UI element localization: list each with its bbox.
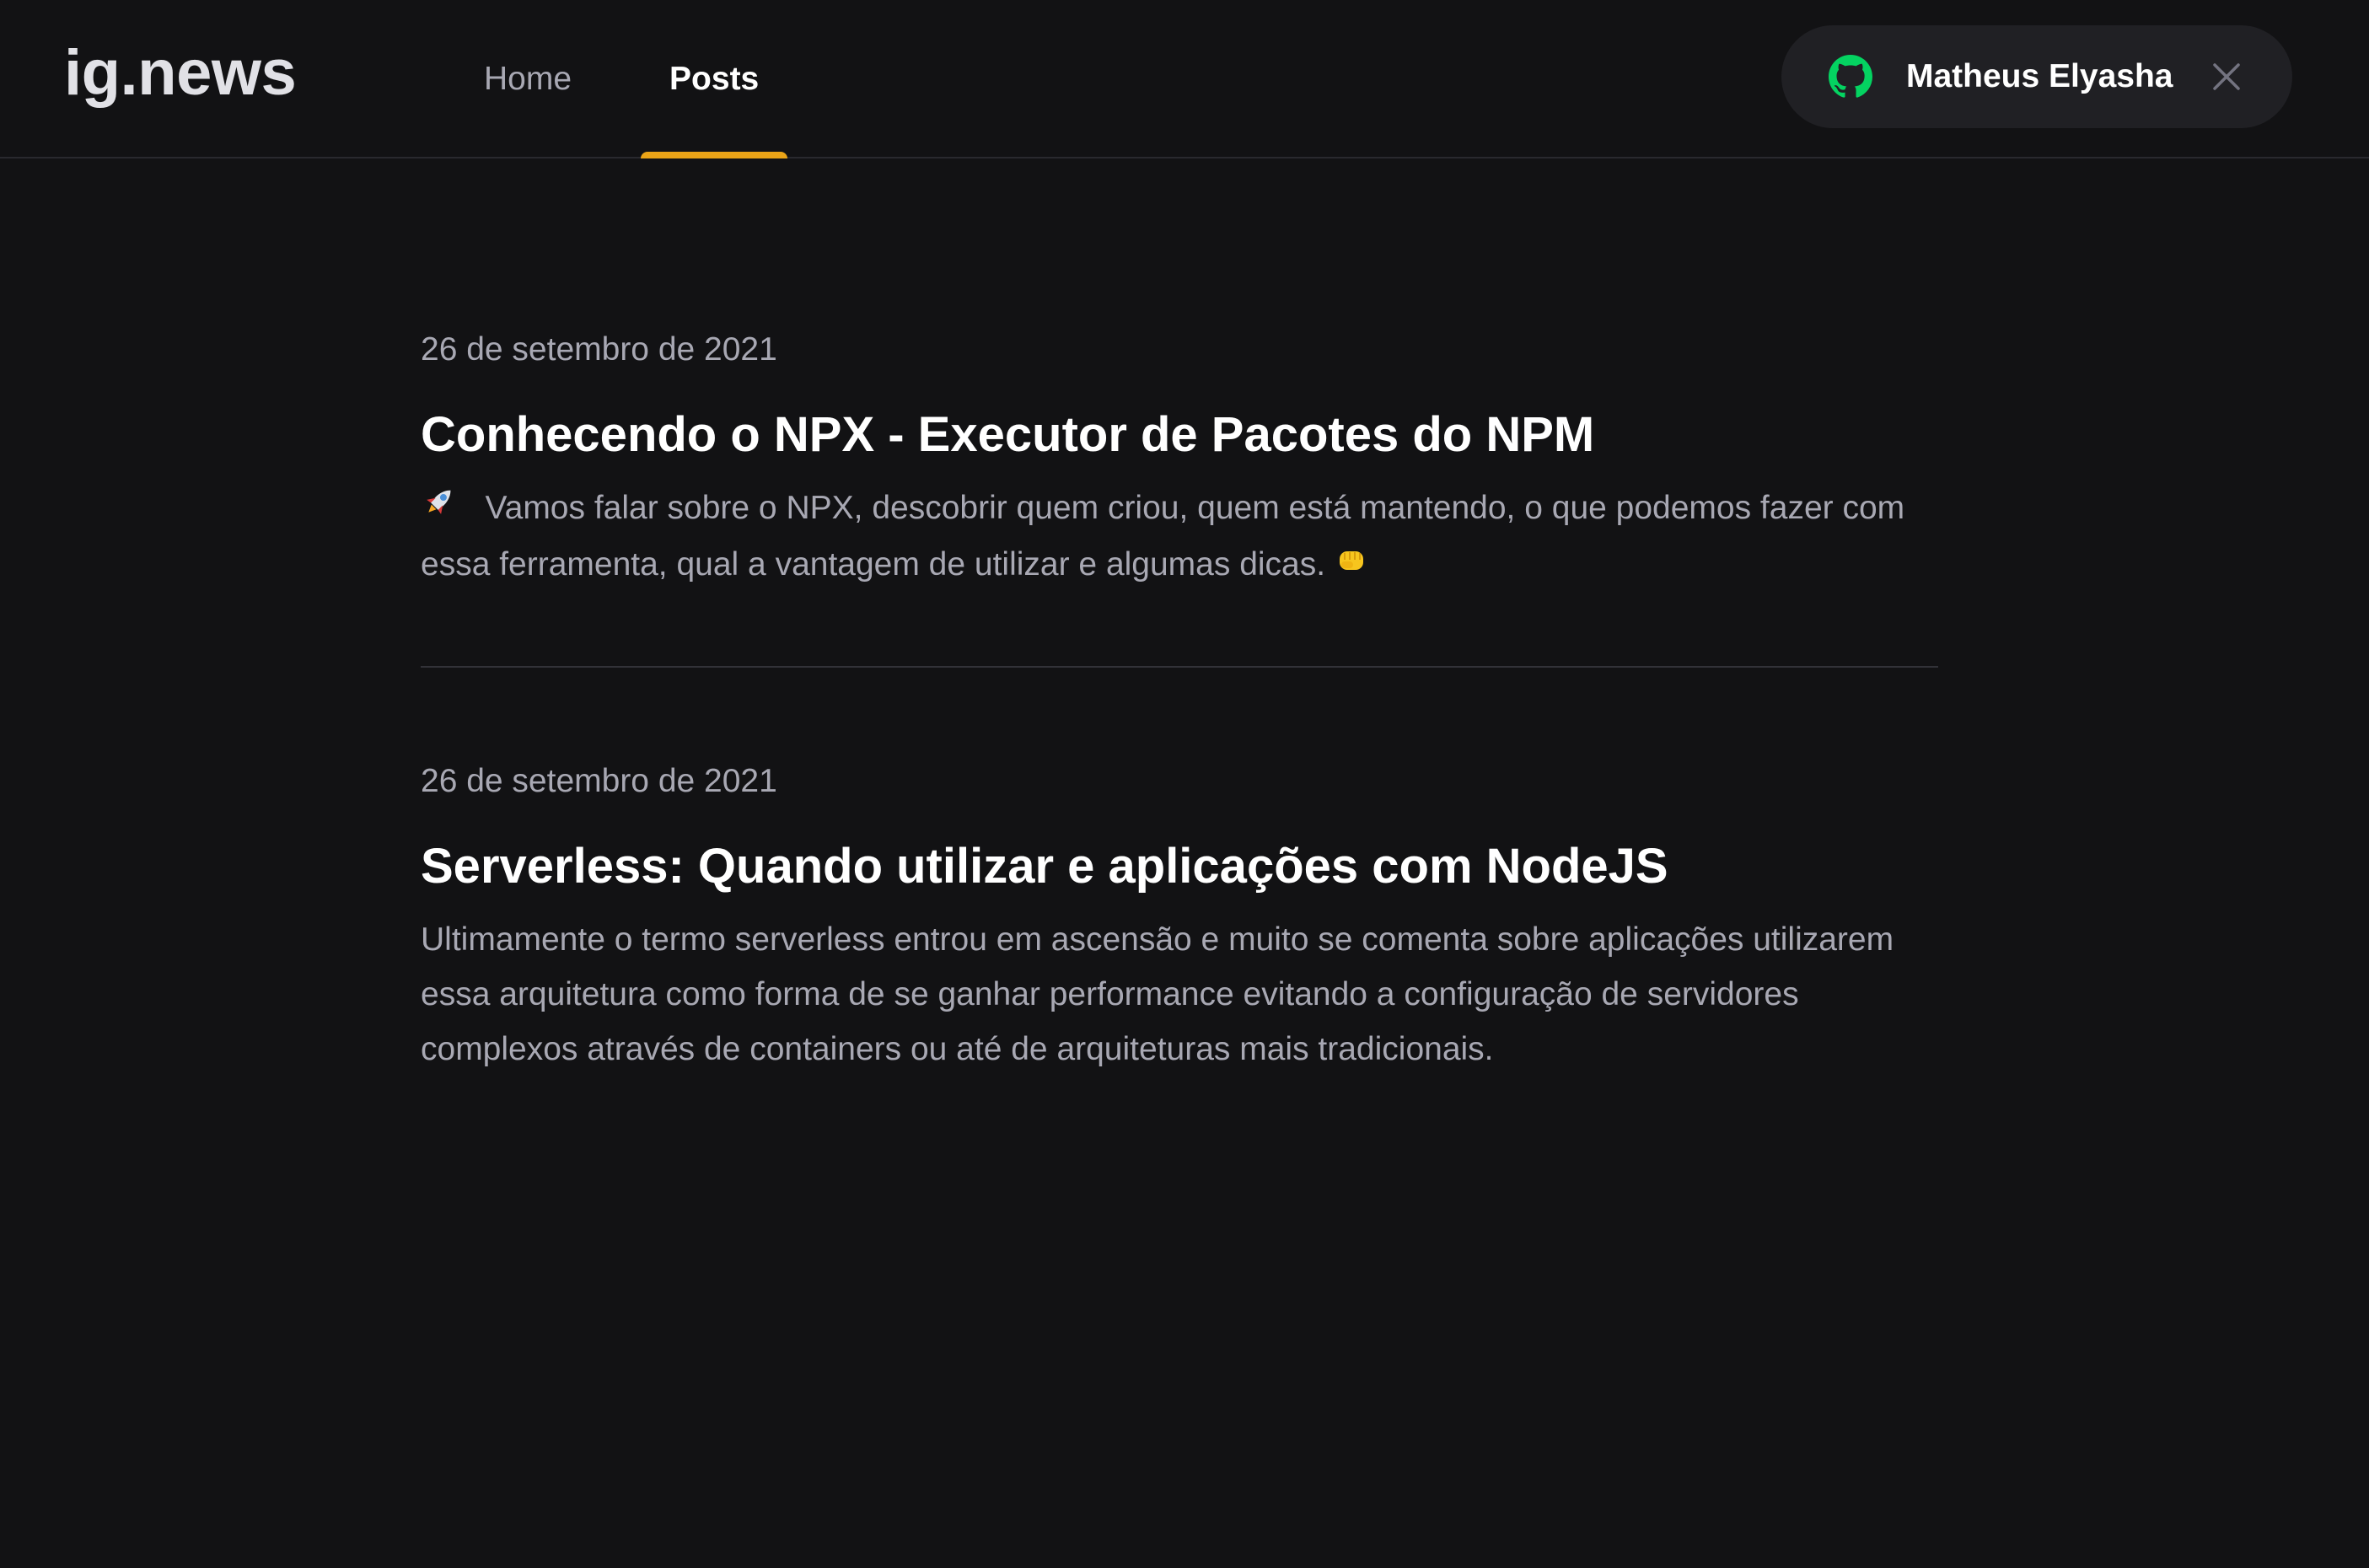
post-excerpt: Ultimamente o termo serverless entrou em…: [421, 921, 1894, 1068]
signin-button[interactable]: Matheus Elyasha: [1781, 25, 2292, 128]
post-title: Conhecendo o NPX - Executor de Pacotes d…: [421, 407, 1595, 462]
nav-link-posts[interactable]: Posts: [641, 0, 788, 158]
main-nav: Home Posts: [455, 0, 788, 158]
site-logo[interactable]: ig.news: [64, 35, 297, 111]
post-item[interactable]: 26 de setembro de 2021 Serverless: Quand…: [421, 744, 1938, 1077]
nav-link-label: Posts: [669, 61, 760, 97]
nav-link-label: Home: [484, 61, 572, 97]
active-indicator: [641, 152, 788, 158]
post-divider: [421, 666, 1938, 669]
rocket-emoji-icon: [421, 482, 458, 537]
post-title: Serverless: Quando utilizar e aplicações…: [421, 839, 1668, 894]
post-excerpt: Vamos falar sobre o NPX, descobrir quem …: [421, 481, 1938, 593]
post-date: 26 de setembro de 2021: [421, 331, 777, 368]
user-name: Matheus Elyasha: [1906, 58, 2173, 94]
site-header: ig.news Home Posts Matheus Elyasha: [0, 0, 2369, 158]
close-icon[interactable]: [2211, 62, 2242, 92]
post-excerpt-text: Vamos falar sobre o NPX, descobrir quem …: [421, 490, 1905, 583]
github-icon: [1829, 55, 1872, 99]
fist-bump-emoji-icon: [1335, 539, 1368, 593]
posts-list: 26 de setembro de 2021 Conhecendo o NPX …: [421, 312, 1938, 1077]
post-date: 26 de setembro de 2021: [421, 763, 777, 800]
post-item[interactable]: 26 de setembro de 2021 Conhecendo o NPX …: [421, 312, 1938, 593]
nav-link-home[interactable]: Home: [455, 0, 600, 158]
